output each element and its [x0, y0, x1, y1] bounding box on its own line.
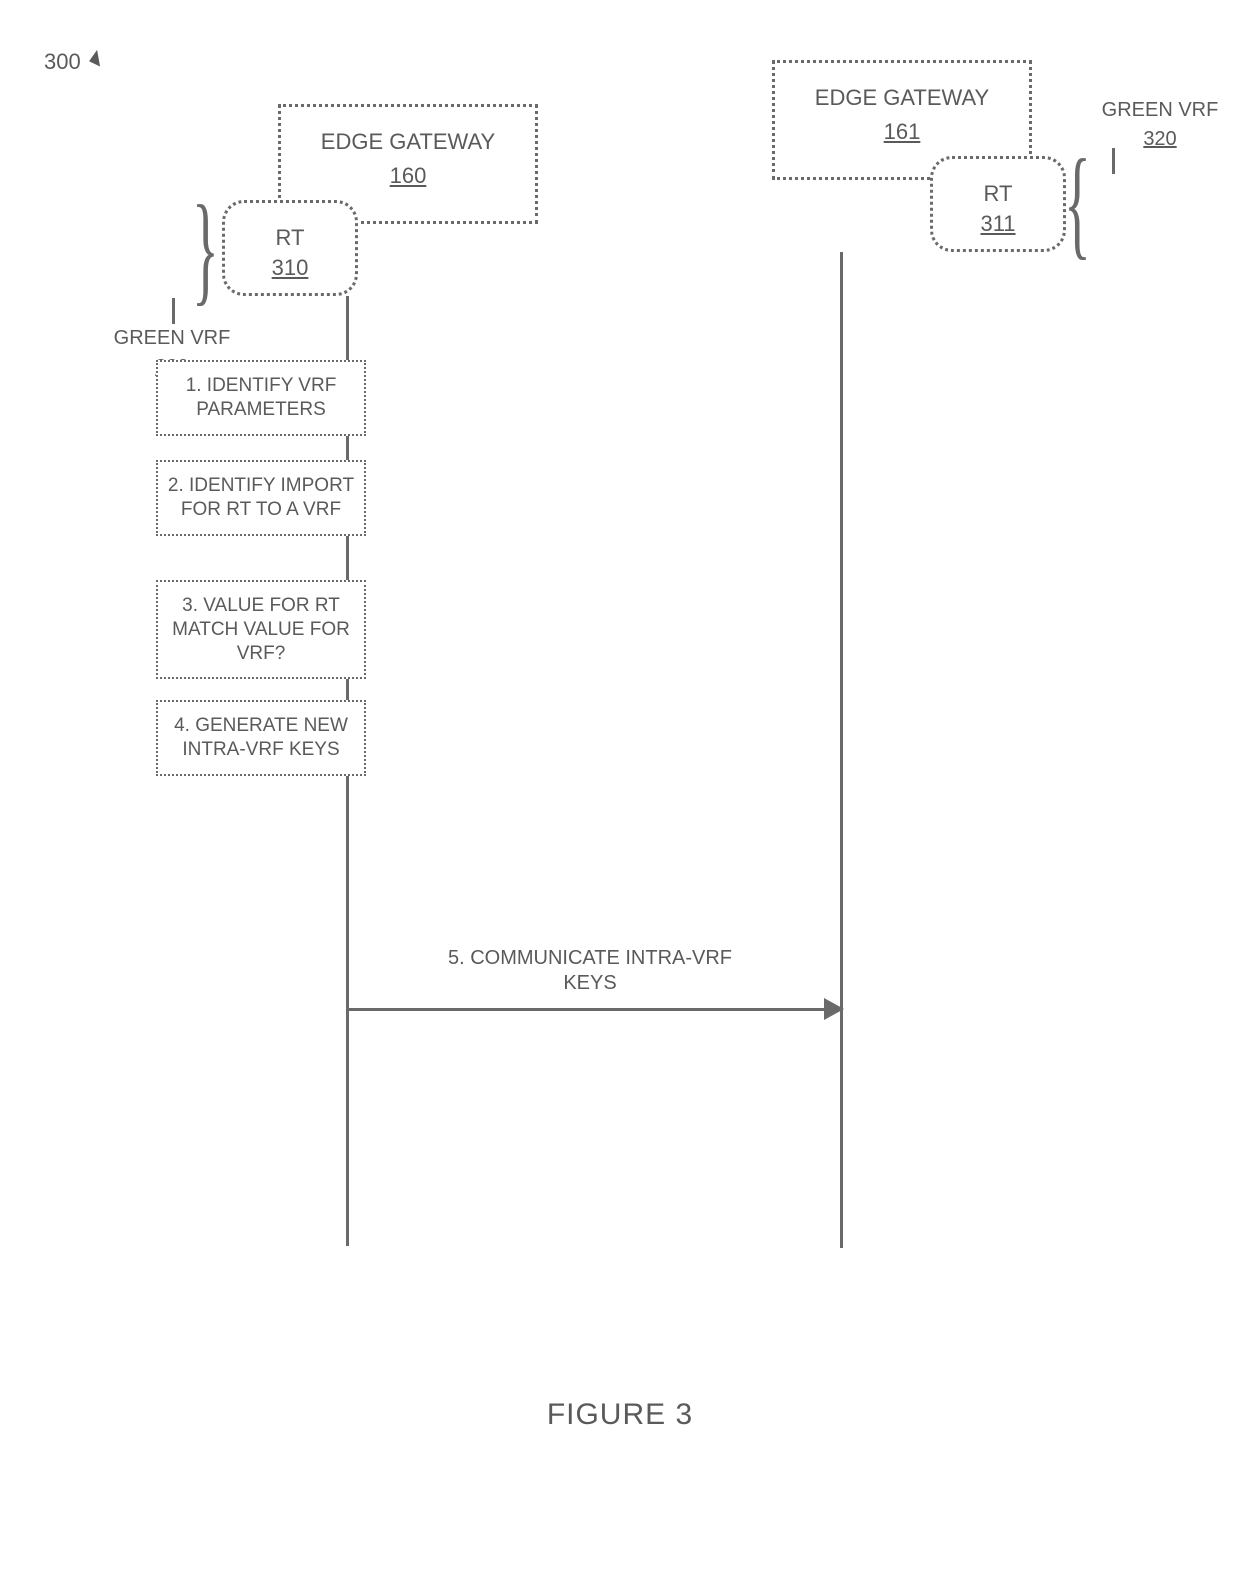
brace-icon: }: [192, 180, 219, 321]
lifeline-161: [840, 252, 843, 1248]
gateway-number: 161: [775, 119, 1029, 145]
brace-icon: {: [1064, 134, 1091, 275]
rt-label: RT: [933, 181, 1063, 207]
vrf-name: GREEN VRF: [1102, 99, 1219, 121]
step-2: 2. IDENTIFY IMPORT FOR RT TO A VRF: [156, 460, 366, 536]
connector-line: [172, 298, 175, 324]
step-5-label: 5. COMMUNICATE INTRA-VRF KEYS: [430, 946, 750, 996]
figure-caption: FIGURE 3: [0, 1396, 1240, 1434]
arrow-line: [349, 1008, 829, 1011]
step-1: 1. IDENTIFY VRF PARAMETERS: [156, 360, 366, 436]
step-3: 3. VALUE FOR RT MATCH VALUE FOR VRF?: [156, 580, 366, 679]
gateway-title: EDGE GATEWAY: [281, 129, 535, 155]
green-vrf-label-right: GREEN VRF 320: [1090, 98, 1230, 152]
rt-label: RT: [225, 225, 355, 251]
arrowhead-icon: [89, 50, 107, 68]
routing-table-311: RT 311: [930, 156, 1066, 252]
figure-id: 300: [44, 48, 81, 76]
routing-table-310: RT 310: [222, 200, 358, 296]
gateway-title: EDGE GATEWAY: [775, 85, 1029, 111]
rt-number: 310: [225, 255, 355, 281]
rt-number: 311: [933, 211, 1063, 237]
gateway-number: 160: [281, 163, 535, 189]
step-4: 4. GENERATE NEW INTRA-VRF KEYS: [156, 700, 366, 776]
vrf-name: GREEN VRF: [114, 327, 231, 349]
arrow-right-icon: [824, 998, 844, 1020]
vrf-number: 320: [1090, 127, 1230, 152]
